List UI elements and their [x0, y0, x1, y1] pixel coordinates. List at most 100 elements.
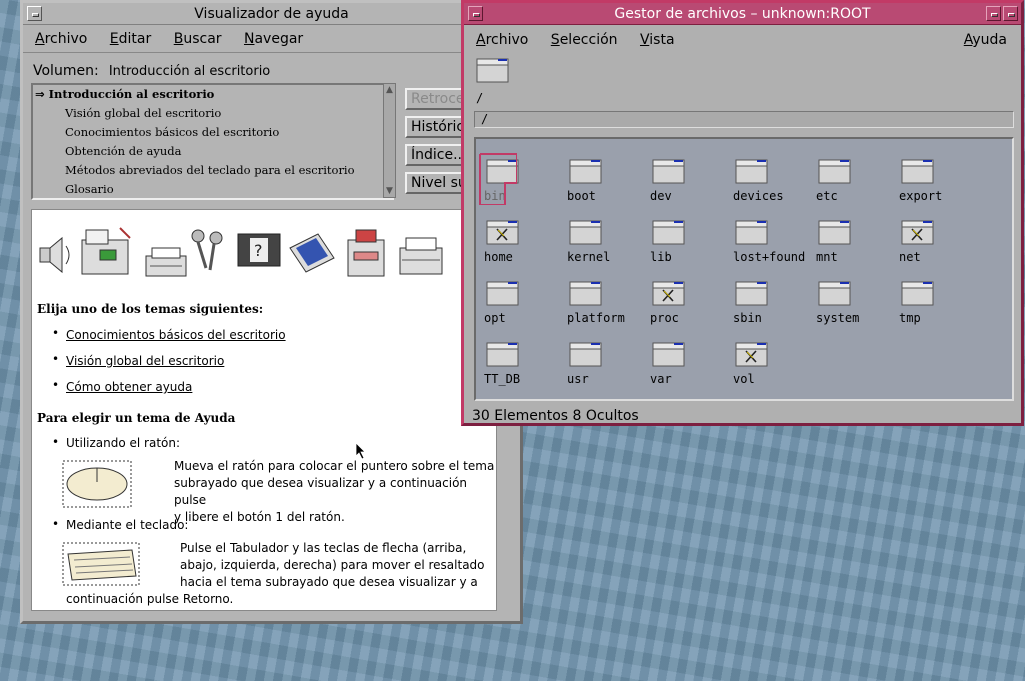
folder-icon[interactable]: [735, 220, 769, 246]
folder-item[interactable]: opt: [484, 281, 564, 337]
mouse-instructions: Mueva el ratón para colocar el puntero s…: [174, 458, 496, 526]
folder-grid: bin boot dev devices etc export home kernel lib l…: [474, 137, 1014, 401]
folder-icon[interactable]: [735, 159, 769, 185]
locked-folder-icon[interactable]: [735, 342, 769, 368]
folder-icon[interactable]: [569, 220, 603, 246]
menu-navegar[interactable]: Navegar: [244, 26, 303, 52]
window-menu-icon[interactable]: [468, 6, 483, 21]
scroll-up-icon[interactable]: ▲: [384, 84, 395, 96]
fm-window-title: Gestor de archivos – unknown:ROOT: [614, 6, 871, 22]
folder-icon[interactable]: [652, 342, 686, 368]
folder-item[interactable]: sbin: [733, 281, 813, 337]
fm-title-bar[interactable]: Gestor de archivos – unknown:ROOT: [464, 3, 1021, 25]
fm-menu-vista[interactable]: Vista: [640, 27, 675, 53]
bullet-icon: •: [52, 326, 60, 340]
current-folder-icon[interactable]: [476, 58, 510, 84]
folder-item[interactable]: system: [816, 281, 896, 337]
folder-item[interactable]: vol: [733, 342, 813, 398]
topic-list[interactable]: ⇒ Introducción al escritorio Visión globa…: [31, 83, 394, 200]
window-menu-icon[interactable]: [27, 6, 42, 21]
bullet-icon: •: [52, 517, 60, 531]
choose-topic-heading: Elija uno de los temas siguientes:: [37, 302, 264, 316]
folder-item[interactable]: boot: [567, 159, 647, 215]
topic-selected[interactable]: ⇒ Introducción al escritorio: [33, 85, 392, 104]
folder-item[interactable]: proc: [650, 281, 730, 337]
topic-list-scrollbar[interactable]: ▲ ▼: [383, 83, 396, 198]
folder-icon[interactable]: [652, 220, 686, 246]
folder-icon[interactable]: [901, 281, 935, 307]
folder-name: platform: [567, 311, 625, 325]
scroll-down-icon[interactable]: ▼: [384, 185, 395, 197]
folder-icon[interactable]: [569, 342, 603, 368]
folder-name: export: [899, 189, 943, 203]
minimize-icon[interactable]: [986, 6, 1001, 21]
file-cabinet-icon: [347, 229, 385, 277]
folder-item[interactable]: lost+found: [733, 220, 813, 276]
folder-item[interactable]: home: [484, 220, 564, 276]
folder-item[interactable]: net: [899, 220, 979, 276]
maximize-icon[interactable]: [1003, 6, 1018, 21]
folder-name: tmp: [899, 311, 921, 325]
path-field[interactable]: /: [474, 111, 1014, 128]
folder-item[interactable]: TT_DB: [484, 342, 564, 398]
locked-folder-icon[interactable]: [652, 281, 686, 307]
workstation-icon: [81, 227, 131, 275]
folder-item[interactable]: export: [899, 159, 979, 215]
status-bar: 30 Elementos 8 Ocultos: [472, 408, 639, 424]
link-vision-global[interactable]: Visión global del escritorio: [66, 354, 224, 368]
folder-icon[interactable]: [818, 220, 852, 246]
fm-menu-ayuda[interactable]: Ayuda: [964, 27, 1007, 53]
folder-item[interactable]: kernel: [567, 220, 647, 276]
topic-item[interactable]: Conocimientos básicos del escritorio: [33, 123, 392, 142]
mail-icon: [399, 237, 443, 275]
folder-item[interactable]: platform: [567, 281, 647, 337]
fm-menu-seleccion[interactable]: Selección: [551, 27, 618, 53]
help-viewer-window: Visualizador de ayuda Archivo Editar Bus…: [20, 0, 523, 624]
link-conocimientos[interactable]: Conocimientos básicos del escritorio: [66, 328, 286, 342]
folder-icon[interactable]: [486, 342, 520, 368]
folder-item[interactable]: etc: [816, 159, 896, 215]
bullet-icon: •: [52, 378, 60, 392]
folder-item[interactable]: usr: [567, 342, 647, 398]
folder-item[interactable]: var: [650, 342, 730, 398]
folder-item[interactable]: tmp: [899, 281, 979, 337]
folder-item[interactable]: devices: [733, 159, 813, 215]
file-manager-window: Gestor de archivos – unknown:ROOT Archiv…: [461, 0, 1024, 426]
topic-item[interactable]: Glosario: [33, 180, 392, 198]
folder-name: TT_DB: [484, 372, 521, 386]
selection-outline: [479, 153, 517, 205]
folder-icon[interactable]: [486, 281, 520, 307]
link-obtener-ayuda[interactable]: Cómo obtener ayuda: [66, 380, 192, 394]
folder-item[interactable]: dev: [650, 159, 730, 215]
folder-icon[interactable]: [901, 159, 935, 185]
topic-item[interactable]: Métodos abreviados del teclado para el e…: [33, 161, 392, 180]
folder-name: var: [650, 372, 672, 386]
folder-item[interactable]: bin: [479, 153, 564, 215]
folder-icon[interactable]: [818, 281, 852, 307]
folder-item[interactable]: lib: [650, 220, 730, 276]
folder-icon[interactable]: [818, 159, 852, 185]
keyboard-bullet: Mediante el teclado:: [66, 518, 189, 532]
folder-icon[interactable]: [652, 159, 686, 185]
folder-name: lib: [650, 250, 672, 264]
printer-icon: [145, 247, 187, 277]
menu-archivo[interactable]: Archivo: [35, 26, 87, 52]
folder-name: net: [899, 250, 921, 264]
locked-folder-icon[interactable]: [486, 220, 520, 246]
volume-row: Volumen: Introducción al escritorio: [33, 63, 270, 79]
folder-name: boot: [567, 189, 596, 203]
locked-folder-icon[interactable]: [901, 220, 935, 246]
folder-icon[interactable]: [569, 281, 603, 307]
mouse-text-line: Mueva el ratón para colocar el puntero s…: [174, 459, 495, 473]
current-folder-label: /: [476, 91, 484, 105]
folder-icon[interactable]: [569, 159, 603, 185]
help-title-bar[interactable]: Visualizador de ayuda: [23, 3, 520, 25]
menu-editar[interactable]: Editar: [110, 26, 151, 52]
menu-buscar[interactable]: Buscar: [174, 26, 222, 52]
folder-name: vol: [733, 372, 755, 386]
fm-menu-archivo[interactable]: Archivo: [476, 27, 528, 53]
folder-item[interactable]: mnt: [816, 220, 896, 276]
folder-icon[interactable]: [735, 281, 769, 307]
topic-item[interactable]: Obtención de ayuda: [33, 142, 392, 161]
topic-item[interactable]: Visión global del escritorio: [33, 104, 392, 123]
